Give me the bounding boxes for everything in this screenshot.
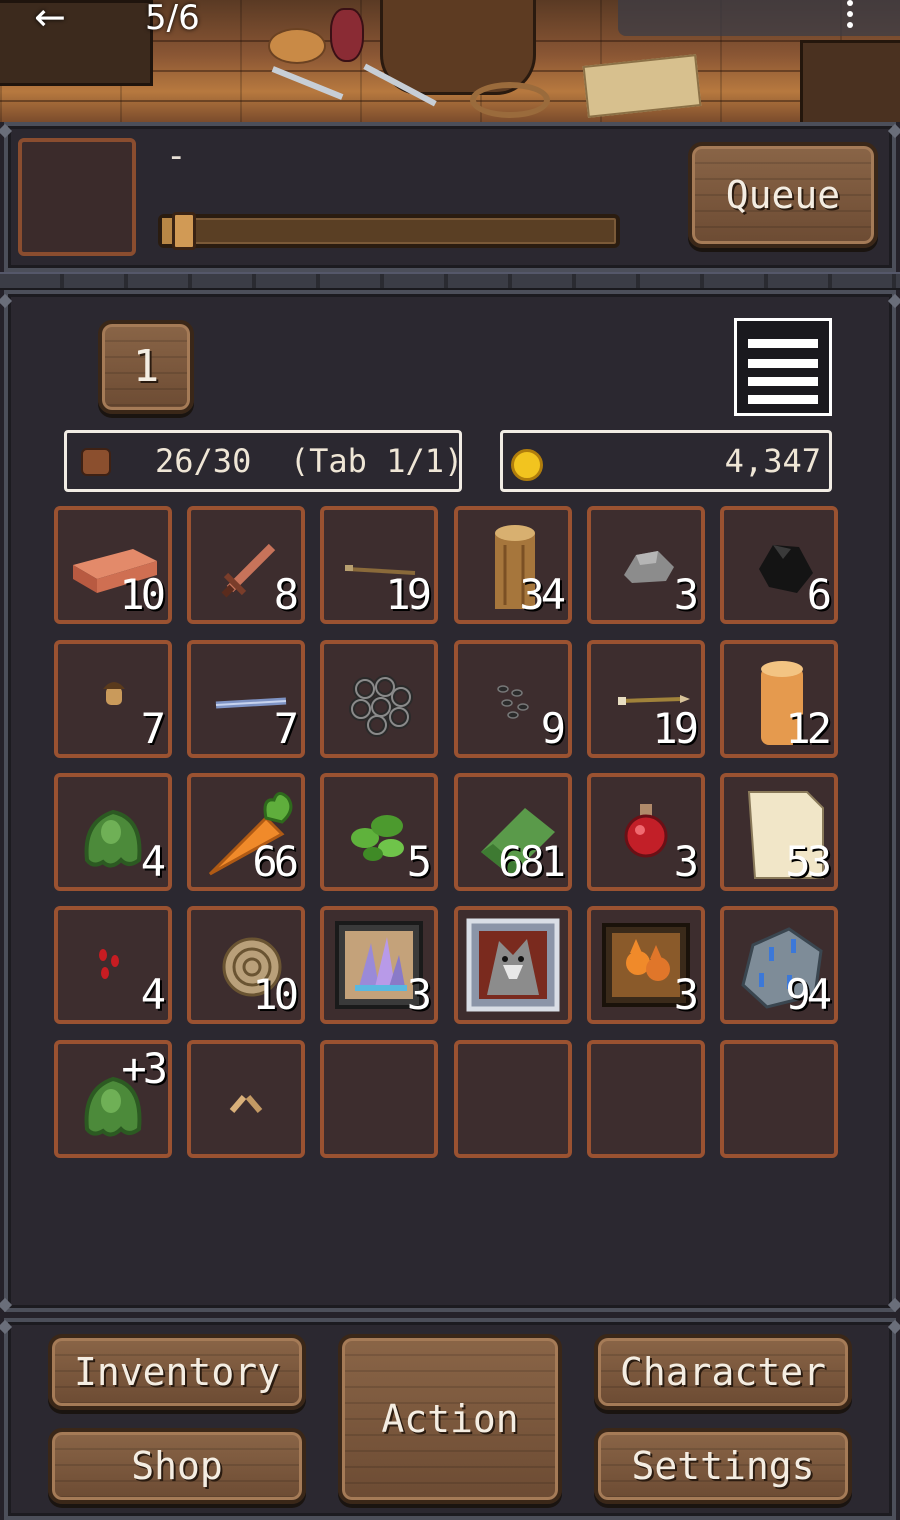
inventory-slot[interactable]: 3 (587, 906, 705, 1024)
nav-character-button[interactable]: Character (594, 1334, 852, 1410)
inventory-slot[interactable]: 6 (720, 506, 838, 624)
item-quantity: 3 (673, 570, 699, 619)
inventory-slot[interactable]: 10 (187, 906, 305, 1024)
item-quantity: 12 (785, 704, 832, 753)
list-view-icon[interactable] (734, 318, 832, 416)
potion-image (330, 8, 364, 62)
progress-knob (172, 212, 196, 250)
item-quantity: 4 (140, 837, 166, 886)
inventory-slot[interactable]: 681 (454, 773, 572, 891)
nav-shop-button[interactable]: Shop (48, 1428, 306, 1504)
item-quantity: 5 (406, 837, 432, 886)
queue-button[interactable]: Queue (688, 142, 878, 248)
upgrade-level: +3 (121, 1044, 168, 1093)
inventory-slot[interactable]: 19 (320, 506, 438, 624)
inventory-slot[interactable]: 4 (54, 773, 172, 891)
backpack-icon (81, 448, 111, 476)
item-quantity: 53 (785, 837, 832, 886)
inventory-slot[interactable]: 34 (454, 506, 572, 624)
inventory-slot[interactable]: 7 (54, 640, 172, 758)
inventory-slot[interactable]: 3 (320, 906, 438, 1024)
item-quantity: 10 (252, 970, 299, 1019)
empty-inventory-slot[interactable] (720, 1040, 838, 1158)
item-quantity: 7 (140, 704, 166, 753)
inventory-slot[interactable]: 66 (187, 773, 305, 891)
inventory-slot[interactable] (187, 1040, 305, 1158)
inventory-slot[interactable]: 4 (54, 906, 172, 1024)
item-quantity: 19 (385, 570, 432, 619)
nav-action-button[interactable]: Action (338, 1334, 562, 1504)
inventory-slot[interactable]: +3 (54, 1040, 172, 1158)
item-quantity: 3 (673, 837, 699, 886)
item-quantity: 66 (252, 837, 299, 886)
capacity-box: 26/30 (Tab 1/1) (64, 430, 464, 492)
empty-inventory-slot[interactable] (320, 1040, 438, 1158)
header-scene-image (0, 0, 900, 122)
current-action-slot[interactable] (18, 138, 136, 256)
inventory-slot[interactable]: 94 (720, 906, 838, 1024)
nav-settings-label: Settings (631, 1444, 815, 1488)
capacity-text: 26/30 (Tab 1/1) (155, 442, 464, 480)
action-progress-bar (158, 212, 620, 250)
inventory-slot[interactable]: 3 (587, 773, 705, 891)
inventory-slot[interactable]: 7 (187, 640, 305, 758)
back-arrow-icon[interactable]: ← (34, 0, 78, 36)
inventory-slot[interactable]: 5 (320, 773, 438, 891)
gold-box: 4,347 (500, 430, 832, 492)
nav-action-label: Action (381, 1397, 519, 1441)
item-quantity: 3 (406, 970, 432, 1019)
inventory-slot[interactable]: 3 (587, 506, 705, 624)
item-quantity: 6 (806, 570, 832, 619)
empty-inventory-slot[interactable] (454, 1040, 572, 1158)
inventory-slot[interactable]: 10 (54, 506, 172, 624)
backpack-image (380, 0, 536, 95)
inventory-slot[interactable]: 9 (454, 640, 572, 758)
inventory-slot[interactable]: 53 (720, 773, 838, 891)
inventory-slot[interactable]: 19 (587, 640, 705, 758)
inventory-slot[interactable] (320, 640, 438, 758)
nav-settings-button[interactable]: Settings (594, 1428, 852, 1504)
inventory-tab-button[interactable]: 1 (98, 320, 194, 414)
nav-inventory-label: Inventory (74, 1350, 280, 1394)
rope-image (470, 82, 550, 118)
wolf-painting-icon (463, 915, 563, 1019)
item-quantity: 681 (498, 837, 566, 886)
chainmail-icon (329, 649, 429, 753)
item-quantity: 3 (673, 970, 699, 1019)
item-quantity: 10 (119, 570, 166, 619)
inventory-slot[interactable]: 8 (187, 506, 305, 624)
nav-inventory-button[interactable]: Inventory (48, 1334, 306, 1410)
more-vert-icon[interactable] (842, 0, 858, 34)
inventory-slot[interactable] (454, 906, 572, 1024)
inventory-slot[interactable]: 12 (720, 640, 838, 758)
map-image (582, 54, 702, 118)
gold-amount: 4,347 (724, 442, 821, 480)
item-quantity: 7 (273, 704, 299, 753)
item-quantity: 19 (652, 704, 699, 753)
image-page-counter: 5/6 (145, 0, 200, 38)
current-action-name: - (166, 136, 187, 176)
panel-divider (0, 272, 900, 290)
item-quantity: 9 (540, 704, 566, 753)
nav-shop-label: Shop (131, 1444, 223, 1488)
empty-inventory-slot[interactable] (587, 1040, 705, 1158)
item-quantity: 94 (785, 970, 832, 1019)
nav-character-label: Character (620, 1350, 826, 1394)
gold-coin-icon (511, 449, 543, 481)
bread-image (268, 28, 326, 64)
item-quantity: 34 (519, 570, 566, 619)
item-quantity: 4 (140, 970, 166, 1019)
wood-chips-icon (196, 1049, 296, 1153)
item-quantity: 8 (273, 570, 299, 619)
crate-image (800, 40, 900, 122)
